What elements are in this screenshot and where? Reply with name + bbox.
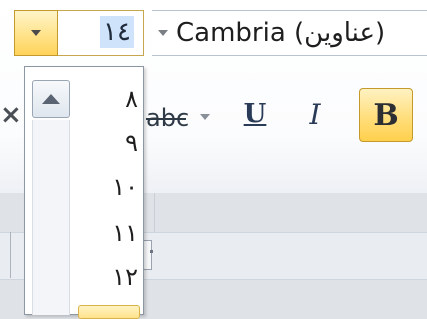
separator bbox=[154, 193, 155, 233]
chevron-down-icon[interactable] bbox=[200, 114, 210, 120]
italic-icon: I bbox=[309, 97, 321, 131]
italic-button[interactable]: I bbox=[298, 96, 332, 132]
font-size-option[interactable]: ١٢ bbox=[78, 262, 138, 292]
ruler-edge bbox=[10, 232, 11, 278]
bold-button[interactable]: B bbox=[359, 88, 413, 142]
font-name-value[interactable]: Cambria (عناوين) bbox=[176, 18, 385, 48]
scrollbar-track[interactable] bbox=[32, 120, 70, 315]
arrow-up-icon bbox=[42, 94, 60, 104]
strikethrough-line bbox=[146, 118, 186, 120]
underline-icon: U bbox=[243, 99, 267, 129]
x-icon[interactable]: × bbox=[0, 100, 22, 130]
font-size-option-selected[interactable] bbox=[78, 305, 140, 319]
font-size-value[interactable]: ١٤ bbox=[100, 16, 134, 48]
font-size-option[interactable]: ٨ bbox=[78, 84, 138, 114]
ruler-tick bbox=[150, 250, 153, 253]
font-size-option[interactable]: ٩ bbox=[78, 128, 138, 158]
font-size-option[interactable]: ١٠ bbox=[78, 172, 138, 202]
bold-icon: B bbox=[373, 97, 399, 133]
chevron-down-icon bbox=[31, 30, 41, 36]
font-size-dropdown-button[interactable] bbox=[14, 10, 58, 56]
chevron-down-icon[interactable] bbox=[158, 30, 168, 36]
font-size-option[interactable]: ١١ bbox=[78, 218, 138, 248]
underline-button[interactable]: U bbox=[238, 96, 272, 132]
scroll-up-button[interactable] bbox=[32, 80, 70, 118]
